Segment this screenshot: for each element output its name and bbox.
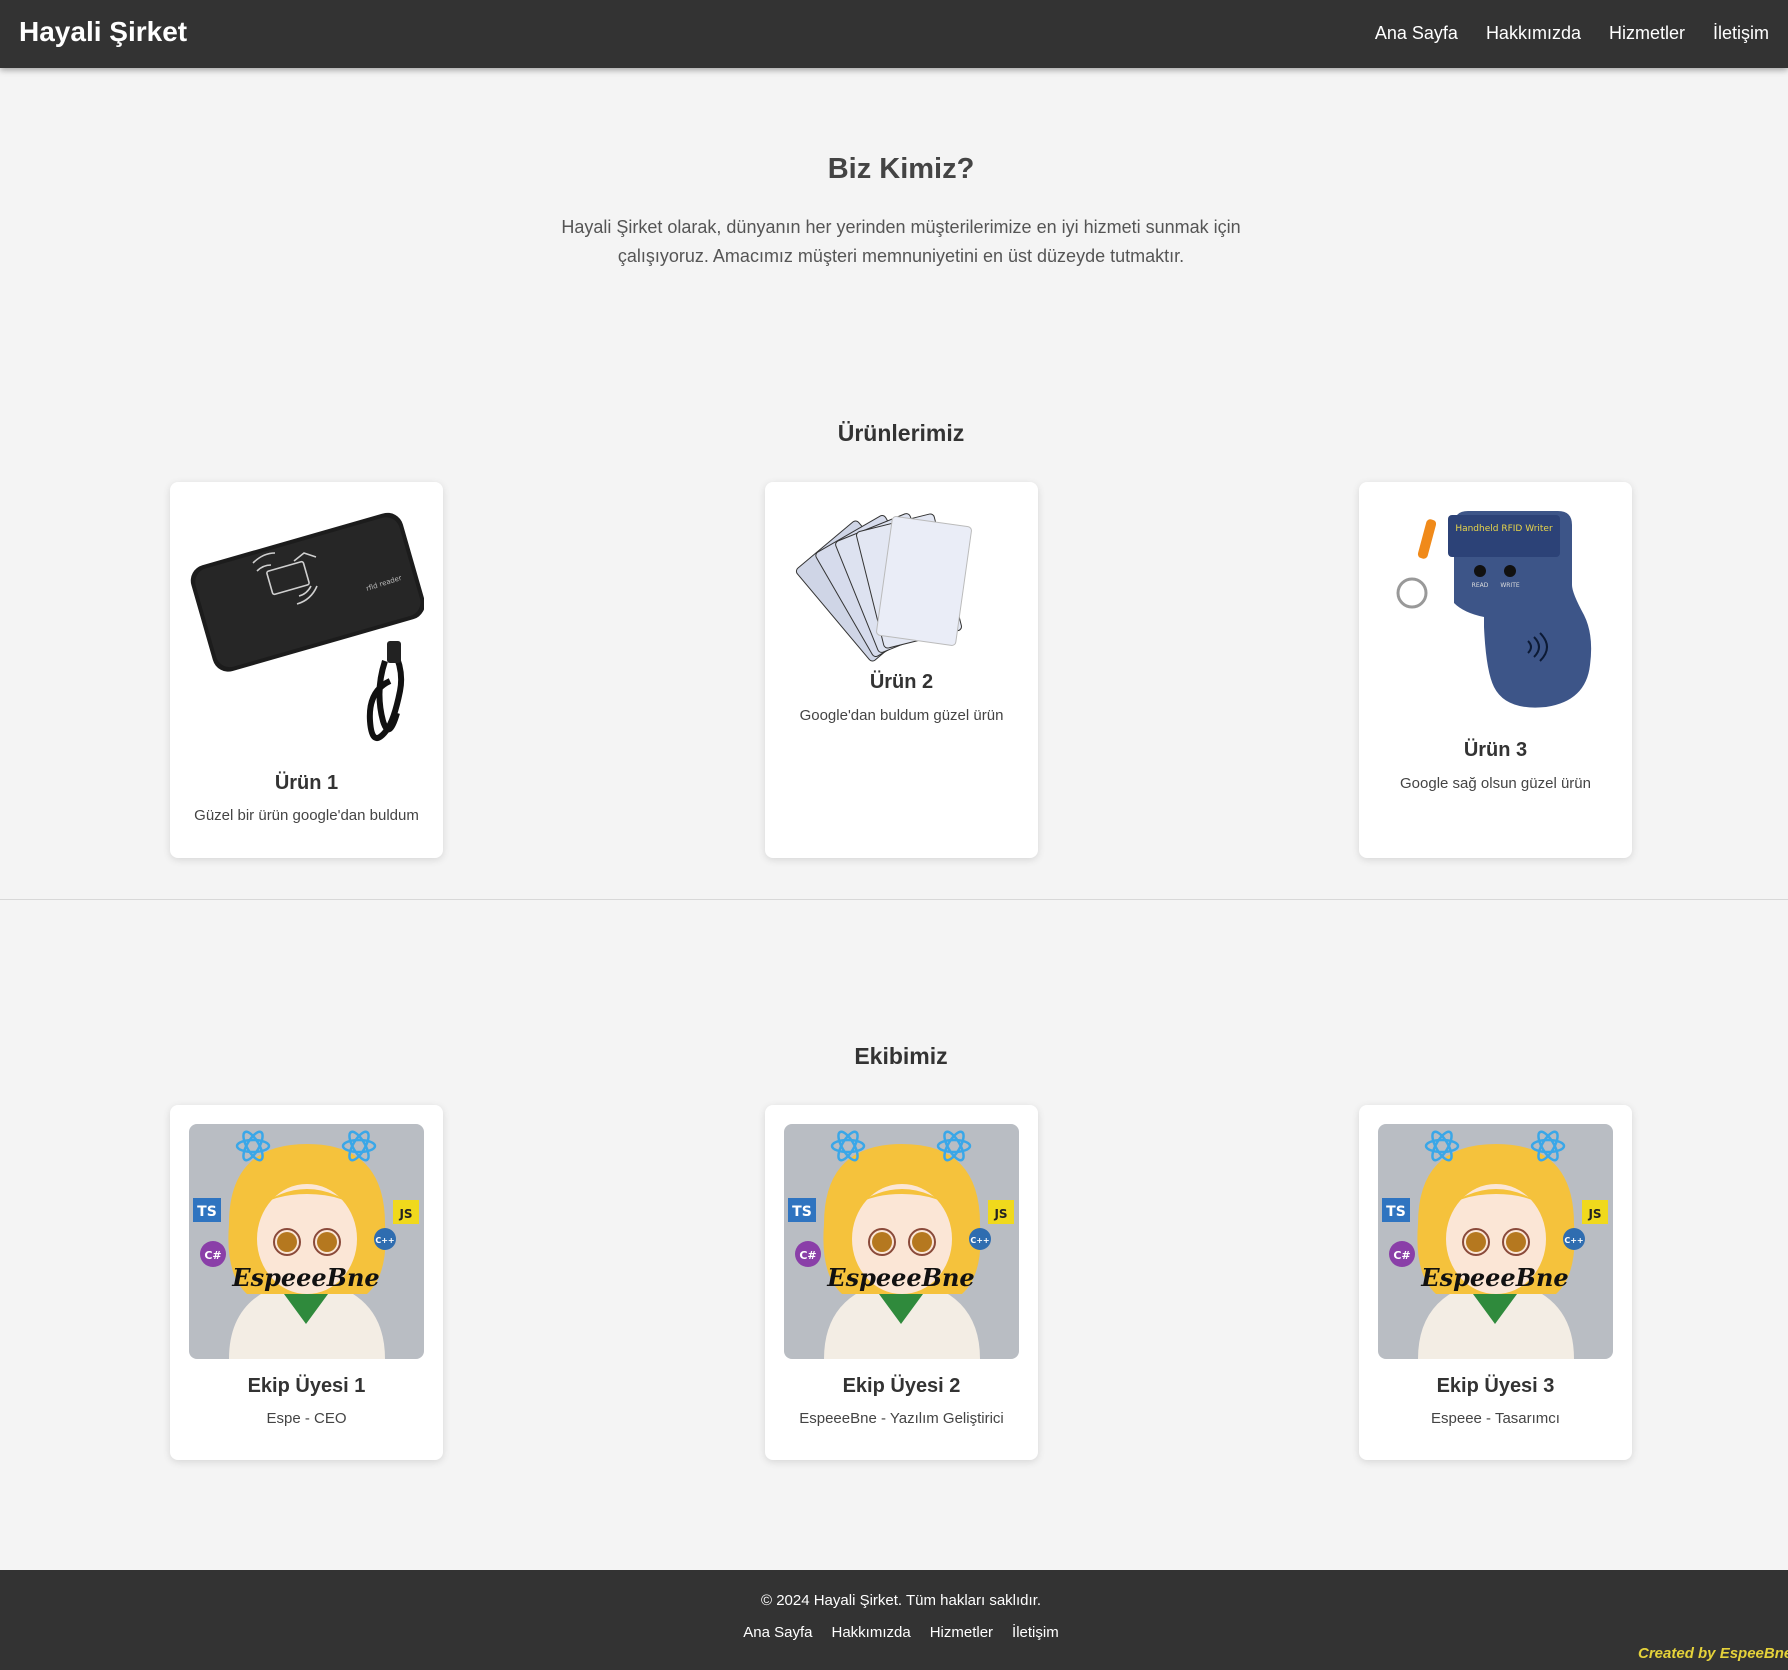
product-name: Ürün 3 [1463, 739, 1528, 761]
creator-credit: Created by EspeeBne [1638, 1645, 1788, 1662]
footer-link-contact[interactable]: İletişim [1012, 1624, 1059, 1641]
device-button-read: READ [1472, 582, 1489, 589]
footer-nav: Ana Sayfa Hakkımızda Hizmetler İletişim [0, 1624, 1788, 1641]
member-name: Ekip Üyesi 2 [842, 1375, 961, 1397]
badge-ts: TS [1386, 1204, 1406, 1220]
nav-link-home[interactable]: Ana Sayfa [1375, 23, 1458, 44]
product-name: Ürün 1 [274, 772, 339, 794]
member-role: EspeeeBne - Yazılım Geliştirici [799, 1410, 1004, 1427]
main-nav: Ana Sayfa Hakkımızda Hizmetler İletişim [1347, 23, 1769, 44]
rfid-reader-image: rfid reader [189, 501, 424, 746]
rfid-cards-image [784, 501, 1019, 677]
member-role: Espeee - Tasarımcı [1431, 1410, 1560, 1427]
avatar-text: EspeeeBne [1420, 1263, 1568, 1292]
avatar-text: EspeeeBne [231, 1263, 379, 1292]
badge-csharp: C# [799, 1249, 816, 1262]
badge-ts: TS [197, 1204, 217, 1220]
badge-js: JS [1587, 1207, 1601, 1221]
product-desc: Google'dan buldum güzel ürün [799, 707, 1004, 724]
rfid-writer-image: Handheld RFID Writer READ WRITE [1378, 501, 1613, 713]
badge-js: JS [398, 1207, 412, 1221]
member-name: Ekip Üyesi 3 [1436, 1375, 1555, 1397]
team-card-1[interactable]: TS JS C# C++ EspeeeBne Ekip Üyesi 1 Espe… [170, 1105, 443, 1460]
avatar-text: EspeeeBne [826, 1263, 974, 1292]
brand-logo-text[interactable]: Hayali Şirket [19, 16, 187, 48]
site-header: Hayali Şirket Ana Sayfa Hakkımızda Hizme… [0, 0, 1788, 68]
badge-cpp: C++ [1564, 1236, 1583, 1245]
badge-js: JS [993, 1207, 1007, 1221]
product-card-2[interactable]: Ürün 2 Google'dan buldum güzel ürün [765, 482, 1038, 858]
nav-link-about[interactable]: Hakkımızda [1486, 23, 1581, 44]
member-role: Espe - CEO [266, 1410, 347, 1427]
product-card-3[interactable]: Handheld RFID Writer READ WRITE Ürün 3 G… [1359, 482, 1632, 858]
avatar: TS JS C# C++ EspeeeBne [1378, 1124, 1613, 1359]
product-card-1[interactable]: rfid reader Ürün 1 Güzel bir ürün google… [170, 482, 443, 858]
site-footer: © 2024 Hayali Şirket. Tüm hakları saklıd… [0, 1570, 1788, 1670]
product-desc: Google sağ olsun güzel ürün [1400, 775, 1591, 792]
device-label: Handheld RFID Writer [1455, 524, 1553, 534]
footer-link-about[interactable]: Hakkımızda [832, 1624, 911, 1641]
product-desc: Güzel bir ürün google'dan buldum [194, 807, 419, 824]
footer-link-home[interactable]: Ana Sayfa [743, 1624, 812, 1641]
avatar: TS JS C# C++ EspeeeBne [784, 1124, 1019, 1359]
badge-cpp: C++ [375, 1236, 394, 1245]
device-button-write: WRITE [1500, 582, 1520, 589]
about-title: Biz Kimiz? [827, 153, 975, 185]
member-name: Ekip Üyesi 1 [247, 1375, 366, 1397]
badge-csharp: C# [1393, 1249, 1410, 1262]
nav-link-contact[interactable]: İletişim [1713, 23, 1769, 44]
copyright-text: © 2024 Hayali Şirket. Tüm hakları saklıd… [760, 1592, 1042, 1609]
product-name: Ürün 2 [869, 671, 934, 693]
team-title: Ekibimiz [854, 1043, 948, 1069]
section-divider [0, 899, 1788, 900]
products-title: Ürünlerimiz [837, 420, 965, 446]
avatar: TS JS C# C++ EspeeeBne [189, 1124, 424, 1359]
team-card-3[interactable]: TS JS C# C++ EspeeeBne Ekip Üyesi 3 Espe… [1359, 1105, 1632, 1460]
about-text: Hayali Şirket olarak, dünyanın her yerin… [561, 217, 1241, 266]
badge-ts: TS [792, 1204, 812, 1220]
team-card-2[interactable]: TS JS C# C++ EspeeeBne Ekip Üyesi 2 Espe… [765, 1105, 1038, 1460]
badge-cpp: C++ [970, 1236, 989, 1245]
footer-link-services[interactable]: Hizmetler [930, 1624, 993, 1641]
badge-csharp: C# [204, 1249, 221, 1262]
nav-link-services[interactable]: Hizmetler [1609, 23, 1685, 44]
